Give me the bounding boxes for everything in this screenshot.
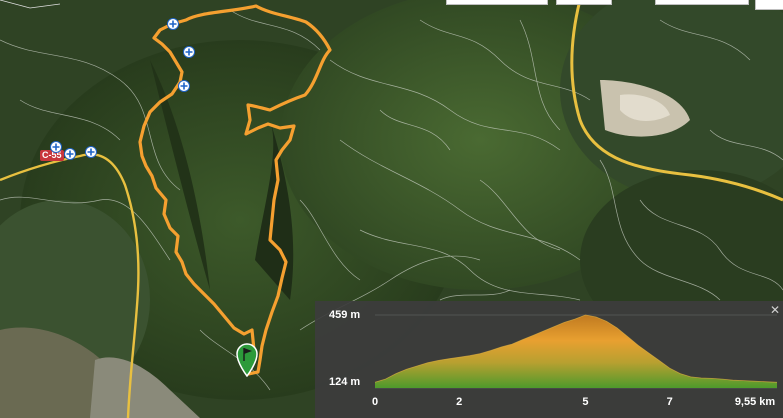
- pedestrian-crossing-icon[interactable]: [64, 148, 76, 160]
- elevation-area: [375, 315, 777, 388]
- distance-tick-label: 5: [582, 396, 589, 408]
- elevation-profile-panel[interactable]: 459 m 124 m ✕ 0 2 5 7 9,55 km: [315, 301, 783, 418]
- pedestrian-crossing-icon[interactable]: [167, 18, 179, 30]
- map-top-control[interactable]: [556, 0, 612, 5]
- map-top-control[interactable]: [655, 0, 749, 5]
- pedestrian-crossing-icon[interactable]: [85, 146, 97, 158]
- distance-tick-label: 9,55 km: [734, 396, 776, 408]
- green-flag-pin-icon[interactable]: [236, 343, 258, 378]
- distance-tick-label: 0: [371, 396, 379, 408]
- map-view[interactable]: C-55 459 m 124 m ✕ 0 2 5 7 9,55 km: [0, 0, 783, 418]
- pedestrian-crossing-icon[interactable]: [183, 46, 195, 58]
- pedestrian-crossing-icon[interactable]: [178, 80, 190, 92]
- distance-tick-label: 2: [456, 396, 463, 408]
- elevation-chart: [374, 314, 778, 389]
- pedestrian-crossing-icon[interactable]: [50, 141, 62, 153]
- distance-tick-label: 7: [666, 396, 673, 408]
- map-top-control[interactable]: [446, 0, 548, 5]
- map-corner-control[interactable]: [755, 0, 783, 10]
